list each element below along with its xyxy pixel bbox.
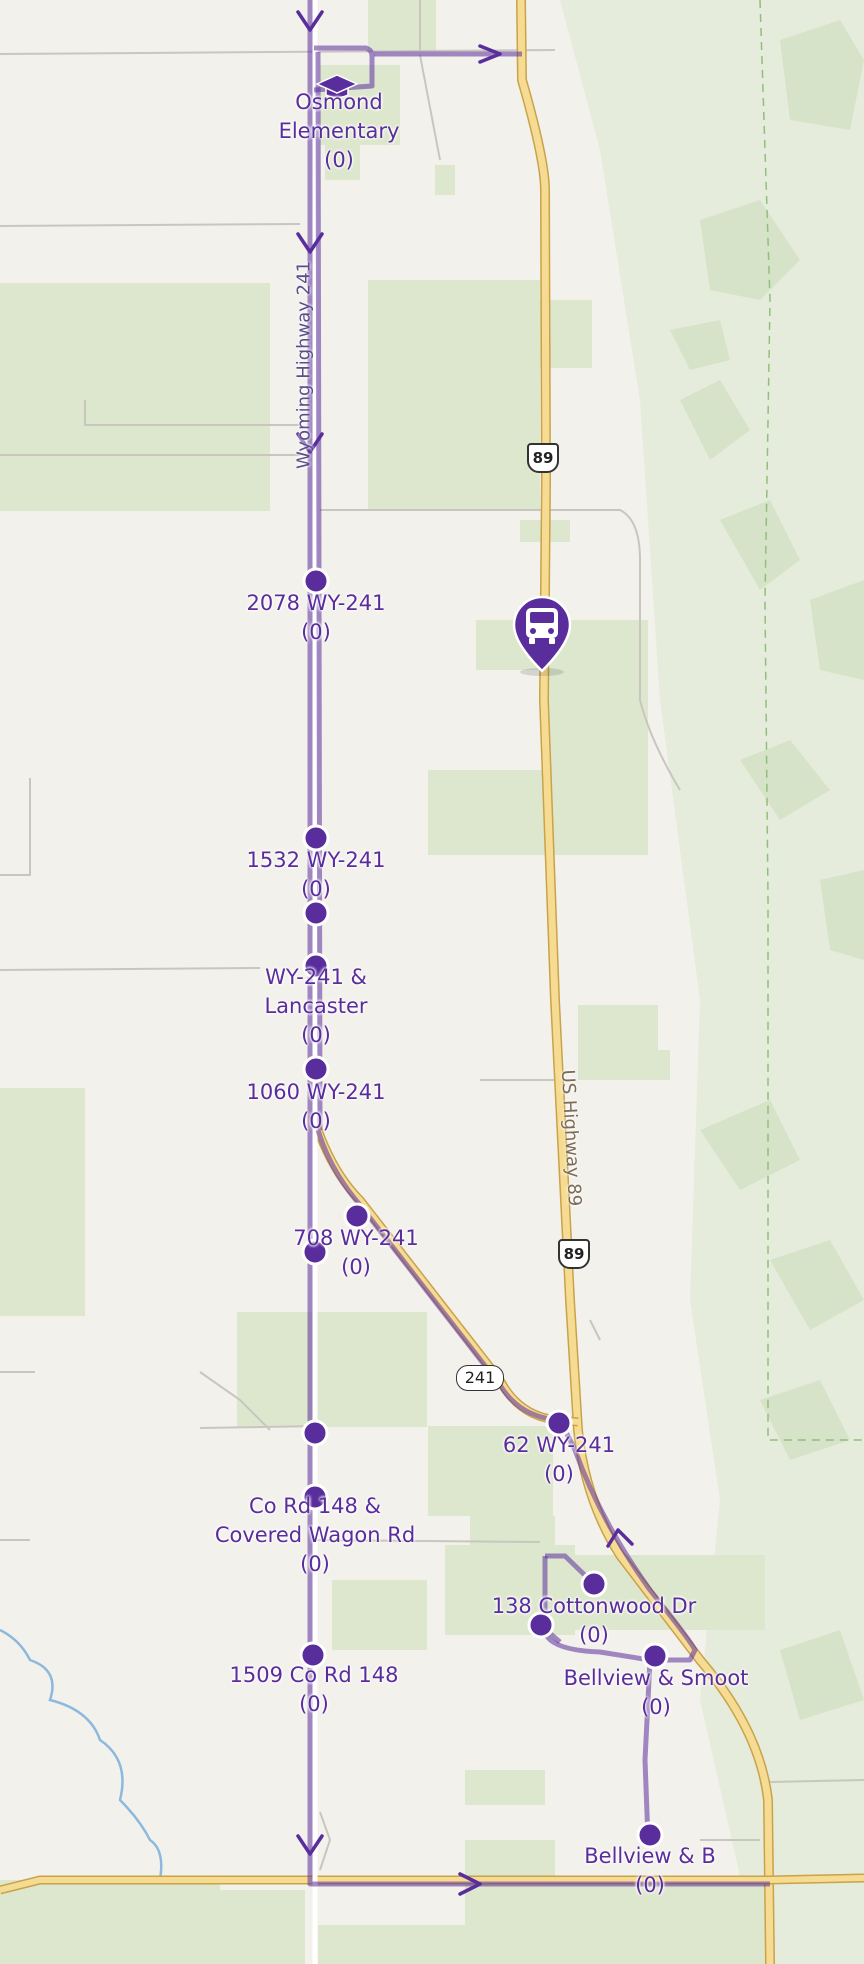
stop-label[interactable]: 62 WY-241 (0) [503,1431,615,1489]
river [0,1628,163,1881]
stop-count: (0) [341,1255,371,1279]
stop-marker [301,1419,329,1447]
stop-marker [302,899,330,927]
us-89-shield-south: 89 [558,1239,590,1269]
stop-count: (0) [299,1692,329,1716]
stop-count: (0) [301,620,331,644]
stop-name: 62 WY-241 [502,1433,616,1457]
stop-label[interactable]: Bellview & Smoot (0) [564,1664,749,1722]
stop-label[interactable]: 708 WY-241 (0) [293,1224,419,1282]
stop-label[interactable]: 2078 WY-241 (0) [247,589,386,647]
school-label[interactable]: Osmond Elementary (0) [279,88,400,175]
stop-count: (0) [301,877,331,901]
stop-count: (0) [300,1552,330,1576]
stop-name: WY-241 & Lancaster [264,965,368,1018]
stop-count: (0) [544,1462,574,1486]
stop-count: (0) [635,1873,665,1897]
stop-name: 708 WY-241 [293,1226,419,1250]
stop-label[interactable]: 1532 WY-241 (0) [247,846,386,904]
route-map[interactable]: 89 89 241 Wyoming Highway 241 US Highway… [0,0,864,1964]
stop-name: 138 Cottonwood Dr [491,1594,697,1618]
stop-label[interactable]: WY-241 & Lancaster (0) [264,963,367,1050]
stop-count: (0) [301,1109,331,1133]
wy-241-shield: 241 [456,1365,504,1391]
stop-name: 1060 WY-241 [246,1080,386,1104]
wy-241-road-label: Wyoming Highway 241 [293,260,315,470]
stop-label[interactable]: Bellview & B (0) [584,1842,716,1900]
stop-count: (0) [579,1623,609,1647]
stop-name: Co Rd 148 & Covered Wagon Rd [214,1494,416,1547]
stop-name: Bellview & Smoot [563,1666,749,1690]
stop-label[interactable]: Co Rd 148 & Covered Wagon Rd (0) [215,1492,415,1579]
us-89-shield-north: 89 [527,443,559,473]
stop-label[interactable]: 1509 Co Rd 148 (0) [230,1661,399,1719]
stop-name: 1509 Co Rd 148 [229,1663,399,1687]
school-name: Osmond Elementary [278,90,400,143]
stop-label[interactable]: 1060 WY-241 (0) [247,1078,386,1136]
school-count: (0) [324,148,354,172]
stop-name: Bellview & B [584,1844,716,1868]
stop-count: (0) [301,1023,331,1047]
stop-count: (0) [641,1695,671,1719]
stop-name: 2078 WY-241 [246,591,386,615]
stop-label[interactable]: 138 Cottonwood Dr (0) [492,1592,697,1650]
stop-name: 1532 WY-241 [246,848,386,872]
